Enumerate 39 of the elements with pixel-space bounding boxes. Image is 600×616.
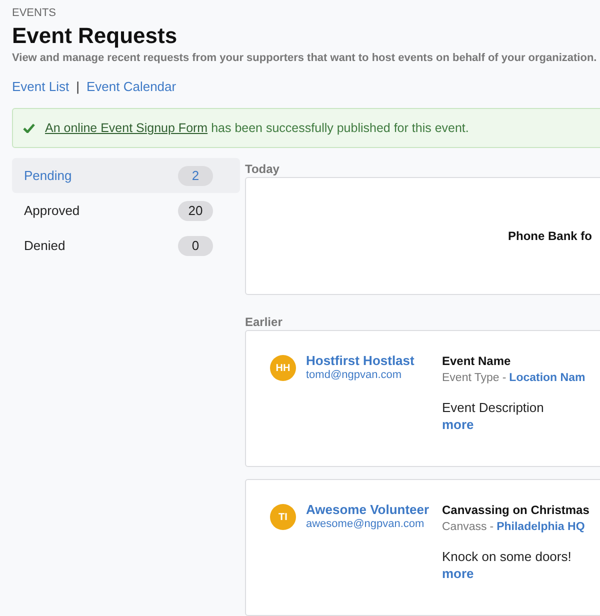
event-type: Canvass (442, 520, 487, 535)
page-title: Event Requests (12, 23, 178, 49)
avatar: TI (270, 504, 296, 530)
more-link[interactable]: more (442, 416, 586, 434)
section-heading: Today (245, 162, 280, 177)
item-label: Denied (24, 238, 66, 253)
count-badge: 2 (178, 166, 213, 186)
location-link[interactable]: Philadelphia HQ (496, 518, 585, 536)
nav-separator: | (76, 79, 80, 95)
item-label: Approved (24, 203, 80, 218)
event-title: Phone Bank fo (508, 229, 594, 243)
type-separator: - (502, 371, 506, 386)
count-badge: 20 (178, 200, 213, 220)
host-email: awesome@ngpvan.com (306, 518, 426, 531)
event-description: Knock on some doors! (442, 549, 572, 565)
event-name: Canvassing on Christmas (442, 502, 590, 518)
event-name: Event Name (442, 353, 512, 369)
sidebar-item[interactable]: Approved 20 (12, 193, 240, 228)
count-badge: 0 (178, 236, 213, 256)
page-subtitle: View and manage recent requests from your supporters that want to host events on behalf of your organization. (12, 52, 598, 65)
location-link[interactable]: Location Nam (509, 369, 586, 387)
nav-link[interactable]: Event List (12, 79, 70, 95)
check-icon (23, 123, 35, 133)
item-label: Pending (24, 168, 72, 183)
nav-link[interactable]: Event Calendar (86, 79, 176, 95)
more-link[interactable]: more (442, 565, 590, 583)
sidebar-item[interactable]: Pending 2 (12, 158, 240, 193)
avatar: HH (270, 355, 296, 381)
signup-form-link[interactable]: An online Event Signup Form (45, 121, 208, 135)
breadcrumb: EVENTS (12, 6, 58, 20)
sidebar-item[interactable]: Denied 0 (12, 228, 240, 263)
event-type: Event Type (442, 371, 500, 386)
section-heading: Earlier (245, 315, 284, 330)
event-description: Event Description (442, 400, 545, 416)
type-separator: - (490, 520, 494, 535)
host-name[interactable]: Awesome Volunteer (306, 502, 430, 518)
success-message: An online Event Signup Form has been successfully published for this event. (45, 121, 469, 135)
host-name[interactable]: Hostfirst Hostlast (306, 353, 414, 369)
host-email: tomd@ngpvan.com (306, 369, 403, 382)
